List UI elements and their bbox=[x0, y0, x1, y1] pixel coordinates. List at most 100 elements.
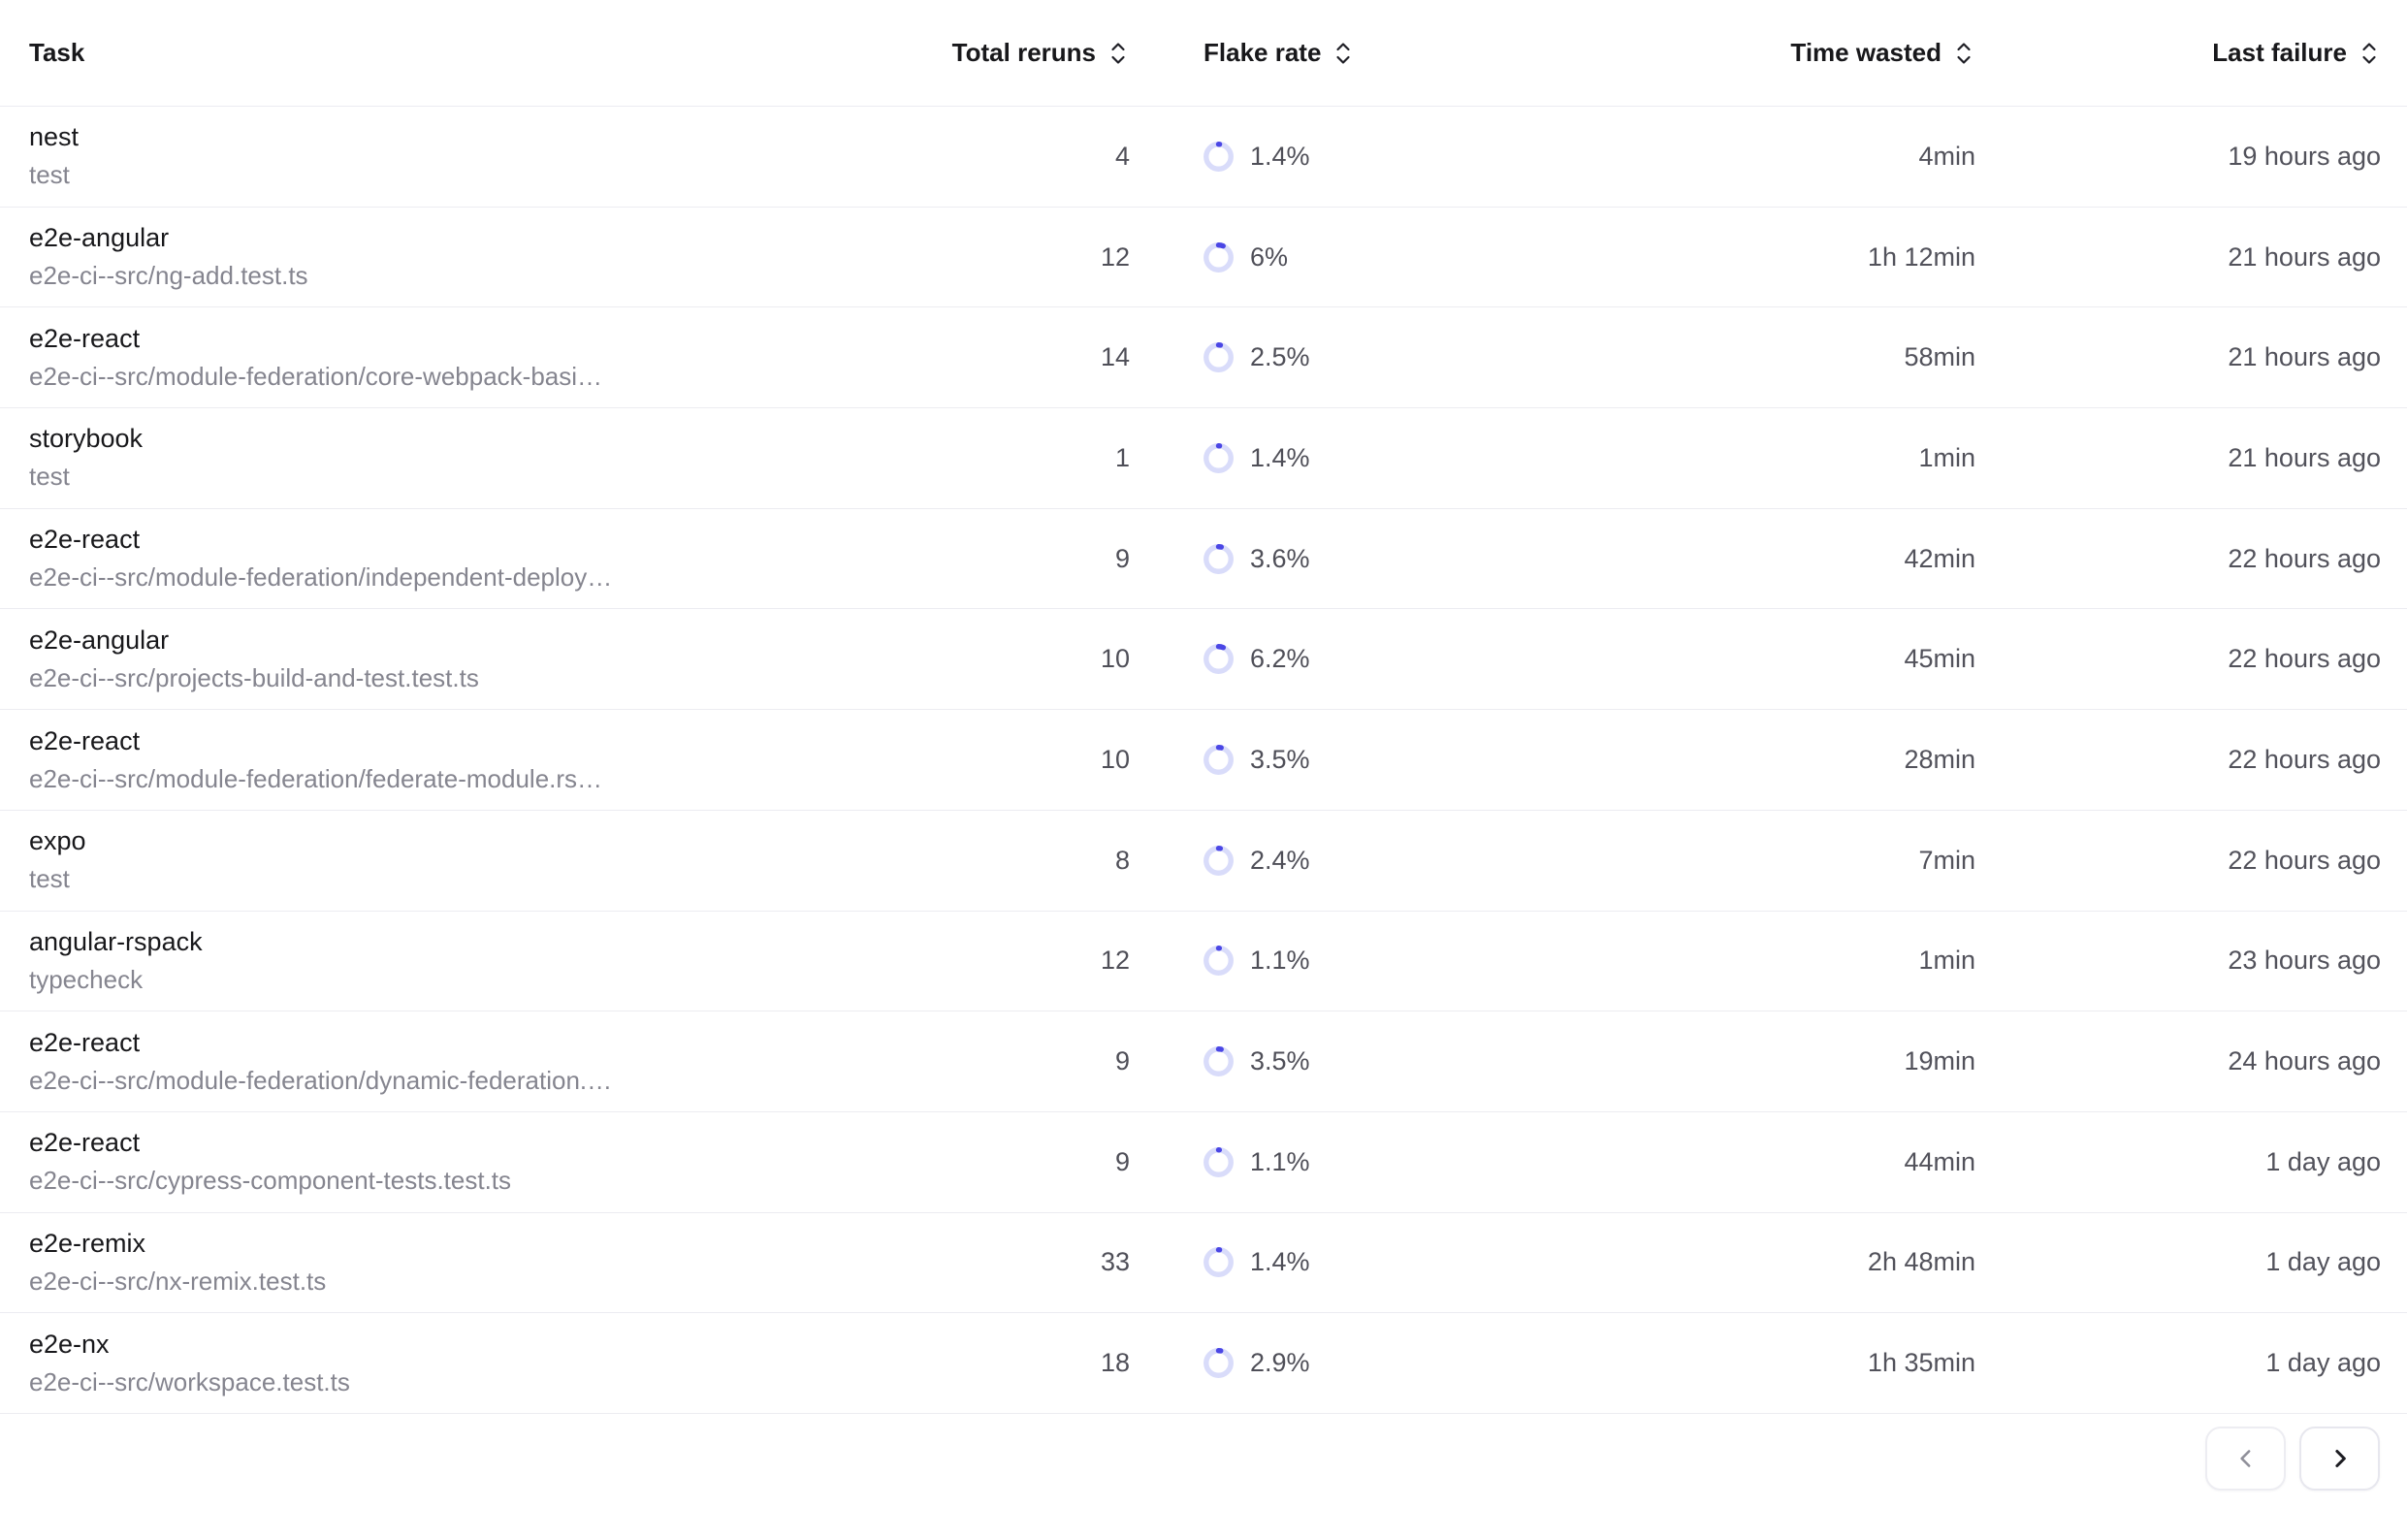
task-cell: e2e-angular e2e-ci--src/ng-add.test.ts bbox=[0, 223, 907, 291]
column-header-reruns[interactable]: Total reruns bbox=[907, 38, 1130, 68]
flake-rate-cell: 3.5% bbox=[1130, 745, 1746, 775]
task-name: e2e-react bbox=[29, 1128, 907, 1158]
flake-rate-value: 2.4% bbox=[1250, 846, 1310, 876]
column-header-last[interactable]: Last failure bbox=[1975, 38, 2381, 68]
task-name: e2e-react bbox=[29, 324, 907, 354]
task-name: e2e-angular bbox=[29, 626, 907, 656]
table-row[interactable]: e2e-angular e2e-ci--src/ng-add.test.ts12 6… bbox=[0, 208, 2407, 308]
time-wasted-value: 42min bbox=[1746, 544, 1975, 574]
flake-rate-cell: 1.4% bbox=[1130, 1247, 1746, 1277]
total-reruns-value: 8 bbox=[907, 846, 1130, 876]
task-name: e2e-react bbox=[29, 726, 907, 756]
last-failure-value: 22 hours ago bbox=[1975, 644, 2381, 674]
task-target: e2e-ci--src/nx-remix.test.ts bbox=[29, 1267, 907, 1297]
flake-rate-donut-icon bbox=[1204, 946, 1234, 976]
task-name: e2e-react bbox=[29, 525, 907, 555]
flake-rate-donut-icon bbox=[1204, 544, 1234, 574]
flake-rate-value: 1.4% bbox=[1250, 142, 1310, 172]
task-cell: e2e-angular e2e-ci--src/projects-build-an… bbox=[0, 626, 907, 693]
time-wasted-value: 1min bbox=[1746, 946, 1975, 976]
pagination bbox=[0, 1414, 2407, 1539]
last-failure-value: 19 hours ago bbox=[1975, 142, 2381, 172]
table-row[interactable]: e2e-react e2e-ci--src/cypress-component-t… bbox=[0, 1112, 2407, 1213]
total-reruns-value: 9 bbox=[907, 1147, 1130, 1177]
last-failure-value: 22 hours ago bbox=[1975, 846, 2381, 876]
sort-icon[interactable] bbox=[1107, 40, 1130, 67]
table-row[interactable]: e2e-angular e2e-ci--src/projects-build-an… bbox=[0, 609, 2407, 710]
table-row[interactable]: e2e-react e2e-ci--src/module-federation/f… bbox=[0, 710, 2407, 811]
flake-rate-donut-icon bbox=[1204, 846, 1234, 876]
total-reruns-value: 12 bbox=[907, 242, 1130, 273]
next-page-button[interactable] bbox=[2299, 1427, 2380, 1491]
column-header-label: Last failure bbox=[2212, 38, 2347, 68]
flake-rate-donut-icon bbox=[1204, 745, 1234, 775]
total-reruns-value: 18 bbox=[907, 1348, 1130, 1378]
time-wasted-value: 2h 48min bbox=[1746, 1247, 1975, 1277]
column-header-label: Total reruns bbox=[952, 38, 1096, 68]
task-name: angular-rspack bbox=[29, 927, 907, 957]
last-failure-value: 24 hours ago bbox=[1975, 1046, 2381, 1076]
time-wasted-value: 44min bbox=[1746, 1147, 1975, 1177]
task-target: e2e-ci--src/ng-add.test.ts bbox=[29, 262, 907, 291]
table-row[interactable]: e2e-reacte2e-ci--src/module-federation/i… bbox=[0, 509, 2407, 610]
last-failure-value: 21 hours ago bbox=[1975, 242, 2381, 273]
column-header-label: Task bbox=[29, 38, 84, 68]
task-cell: e2e-reacte2e-ci--src/module-federation/d… bbox=[0, 1028, 907, 1096]
task-cell: expo test bbox=[0, 826, 907, 894]
flake-rate-donut-icon bbox=[1204, 1247, 1234, 1277]
table-row[interactable]: storybooktest11.4%1min21 hours ago bbox=[0, 408, 2407, 509]
total-reruns-value: 33 bbox=[907, 1247, 1130, 1277]
task-name: e2e-remix bbox=[29, 1229, 907, 1259]
flake-rate-donut-icon bbox=[1204, 342, 1234, 372]
column-header-label: Time wasted bbox=[1790, 38, 1942, 68]
task-name: nest bbox=[29, 122, 907, 152]
flake-rate-value: 1.4% bbox=[1250, 443, 1310, 473]
flake-rate-cell: 1.1% bbox=[1130, 1147, 1746, 1177]
task-target: typecheck bbox=[29, 966, 907, 995]
sort-icon[interactable] bbox=[2358, 40, 2381, 67]
previous-page-button[interactable] bbox=[2205, 1427, 2286, 1491]
time-wasted-value: 1min bbox=[1746, 443, 1975, 473]
sort-icon[interactable] bbox=[1952, 40, 1975, 67]
task-target: test bbox=[29, 865, 907, 894]
flake-rate-value: 6.2% bbox=[1250, 644, 1310, 674]
table-row[interactable]: e2e-reacte2e-ci--src/module-federation/d… bbox=[0, 1011, 2407, 1112]
sort-icon[interactable] bbox=[1332, 40, 1355, 67]
flake-rate-value: 6% bbox=[1250, 242, 1288, 273]
flake-rate-cell: 2.4% bbox=[1130, 846, 1746, 876]
total-reruns-value: 9 bbox=[907, 544, 1130, 574]
last-failure-value: 23 hours ago bbox=[1975, 946, 2381, 976]
task-cell: nesttest bbox=[0, 122, 907, 190]
chevron-right-icon bbox=[2326, 1444, 2355, 1473]
total-reruns-value: 10 bbox=[907, 644, 1130, 674]
task-target: e2e-ci--src/module-federation/federate-m… bbox=[29, 765, 907, 794]
time-wasted-value: 19min bbox=[1746, 1046, 1975, 1076]
flake-rate-donut-icon bbox=[1204, 1046, 1234, 1076]
flake-rate-value: 2.5% bbox=[1250, 342, 1310, 372]
flake-rate-cell: 6% bbox=[1130, 242, 1746, 273]
table-row[interactable]: e2e-nxe2e-ci--src/workspace.test.ts182.9… bbox=[0, 1313, 2407, 1414]
table-row[interactable]: e2e-reacte2e-ci--src/module-federation/c… bbox=[0, 307, 2407, 408]
flake-rate-donut-icon bbox=[1204, 1348, 1234, 1378]
task-target: e2e-ci--src/projects-build-and-test.test… bbox=[29, 664, 907, 693]
last-failure-value: 22 hours ago bbox=[1975, 544, 2381, 574]
task-name: expo bbox=[29, 826, 907, 856]
column-header-time[interactable]: Time wasted bbox=[1746, 38, 1975, 68]
task-cell: e2e-reacte2e-ci--src/module-federation/i… bbox=[0, 525, 907, 593]
column-header-task: Task bbox=[0, 38, 907, 68]
column-header-flake[interactable]: Flake rate bbox=[1130, 38, 1746, 68]
flaky-tasks-table: Task Total reruns Flake rate Time wasted Las… bbox=[0, 0, 2407, 1539]
task-target: e2e-ci--src/cypress-component-tests.test… bbox=[29, 1167, 907, 1196]
table-row[interactable]: e2e-remix e2e-ci--src/nx-remix.test.ts331… bbox=[0, 1213, 2407, 1314]
time-wasted-value: 28min bbox=[1746, 745, 1975, 775]
time-wasted-value: 45min bbox=[1746, 644, 1975, 674]
table-row[interactable]: expotest82.4%7min22 hours ago bbox=[0, 811, 2407, 912]
task-name: e2e-angular bbox=[29, 223, 907, 253]
time-wasted-value: 1h 35min bbox=[1746, 1348, 1975, 1378]
task-name: storybook bbox=[29, 424, 907, 454]
table-row[interactable]: angular-rspacktypecheck121.1%1min23 hour… bbox=[0, 912, 2407, 1012]
total-reruns-value: 10 bbox=[907, 745, 1130, 775]
task-cell: e2e-remix e2e-ci--src/nx-remix.test.ts bbox=[0, 1229, 907, 1297]
table-row[interactable]: nesttest41.4%4min19 hours ago bbox=[0, 107, 2407, 208]
task-cell: angular-rspack typecheck bbox=[0, 927, 907, 995]
